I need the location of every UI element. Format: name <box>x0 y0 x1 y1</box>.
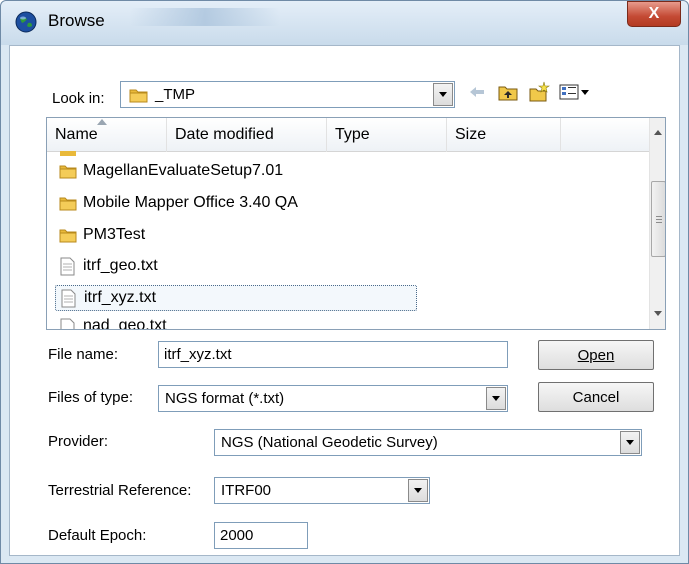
folder-icon <box>59 197 77 211</box>
folder-icon <box>129 87 149 107</box>
look-in-value: _TMP <box>155 86 196 103</box>
provider-dropdown-button[interactable] <box>620 431 640 454</box>
list-item[interactable]: MagellanEvaluateSetup7.01 <box>55 159 435 186</box>
file-name-input[interactable]: itrf_xyz.txt <box>158 341 508 368</box>
file-name-value: itrf_xyz.txt <box>164 346 232 363</box>
column-header-size[interactable]: Size <box>447 118 561 152</box>
list-item-selected[interactable]: itrf_xyz.txt <box>55 285 417 311</box>
terrestrial-reference-value: ITRF00 <box>221 482 272 499</box>
list-item-name: Mobile Mapper Office 3.40 QA <box>83 194 298 211</box>
window-title: Browse <box>48 11 105 30</box>
folder-icon <box>59 165 77 179</box>
default-epoch-input[interactable]: 2000 <box>214 522 308 549</box>
sort-ascending-icon <box>97 119 107 125</box>
view-menu-icon[interactable] <box>558 81 590 103</box>
column-header-label: Name <box>55 126 98 143</box>
list-item-name: nad_geo.txt <box>83 317 167 329</box>
list-item-name: MagellanEvaluateSetup7.01 <box>83 162 284 179</box>
cancel-button[interactable]: Cancel <box>538 382 654 412</box>
look-in-label: Look in: <box>52 90 105 107</box>
column-header-type[interactable]: Type <box>327 118 447 152</box>
cancel-button-label: Cancel <box>572 388 620 406</box>
column-header-name[interactable]: Name <box>47 118 167 152</box>
list-item[interactable]: nad_geo.txt <box>55 315 435 329</box>
files-of-type-value: NGS format (*.txt) <box>165 390 285 407</box>
default-epoch-label: Default Epoch: <box>48 527 147 544</box>
file-list-header: Name Date modified Type Size <box>47 118 649 152</box>
scroll-down-arrow-icon[interactable] <box>654 311 662 316</box>
file-name-label: File name: <box>48 346 119 363</box>
provider-value: NGS (National Geodetic Survey) <box>221 434 438 451</box>
text-file-icon <box>60 257 75 276</box>
new-folder-icon[interactable] <box>528 81 550 103</box>
text-file-icon <box>60 318 75 329</box>
title-bar-glow <box>130 8 280 26</box>
list-item-name: itrf_xyz.txt <box>84 289 157 306</box>
column-header-label: Type <box>335 126 370 143</box>
vertical-scrollbar[interactable] <box>649 118 665 329</box>
list-item-name: itrf_geo.txt <box>83 257 158 274</box>
back-arrow-icon[interactable] <box>466 81 488 103</box>
list-item-partial <box>59 151 77 157</box>
terrestrial-reference-label: Terrestrial Reference: <box>48 482 192 499</box>
file-list[interactable]: Name Date modified Type Size MagellanEva… <box>46 117 666 330</box>
list-item[interactable]: itrf_geo.txt <box>55 254 435 281</box>
list-item-name: PM3Test <box>83 226 146 243</box>
close-button[interactable]: X <box>627 1 681 27</box>
default-epoch-value: 2000 <box>220 527 254 544</box>
terrestrial-reference-dropdown-button[interactable] <box>408 479 428 502</box>
up-folder-icon[interactable] <box>497 81 519 103</box>
column-header-label: Size <box>455 126 487 143</box>
scrollbar-thumb[interactable] <box>651 181 665 257</box>
provider-label: Provider: <box>48 433 109 450</box>
list-item[interactable]: Mobile Mapper Office 3.40 QA <box>55 191 435 218</box>
text-file-icon <box>61 289 76 308</box>
files-of-type-dropdown-button[interactable] <box>486 387 506 410</box>
files-of-type-combo[interactable]: NGS format (*.txt) <box>158 385 508 412</box>
folder-icon <box>59 229 77 243</box>
column-header-label: Date modified <box>175 126 274 143</box>
list-item[interactable]: PM3Test <box>55 223 435 250</box>
provider-combo[interactable]: NGS (National Geodetic Survey) <box>214 429 642 456</box>
scroll-up-arrow-icon[interactable] <box>654 130 662 135</box>
open-button-label: Open <box>577 346 615 364</box>
open-button[interactable]: Open <box>538 340 654 370</box>
files-of-type-label: Files of type: <box>48 389 134 406</box>
look-in-combo[interactable]: _TMP <box>120 81 455 108</box>
column-header-date-modified[interactable]: Date modified <box>167 118 327 152</box>
app-globe-icon <box>15 11 37 33</box>
terrestrial-reference-combo[interactable]: ITRF00 <box>214 477 430 504</box>
look-in-dropdown-button[interactable] <box>433 83 453 106</box>
